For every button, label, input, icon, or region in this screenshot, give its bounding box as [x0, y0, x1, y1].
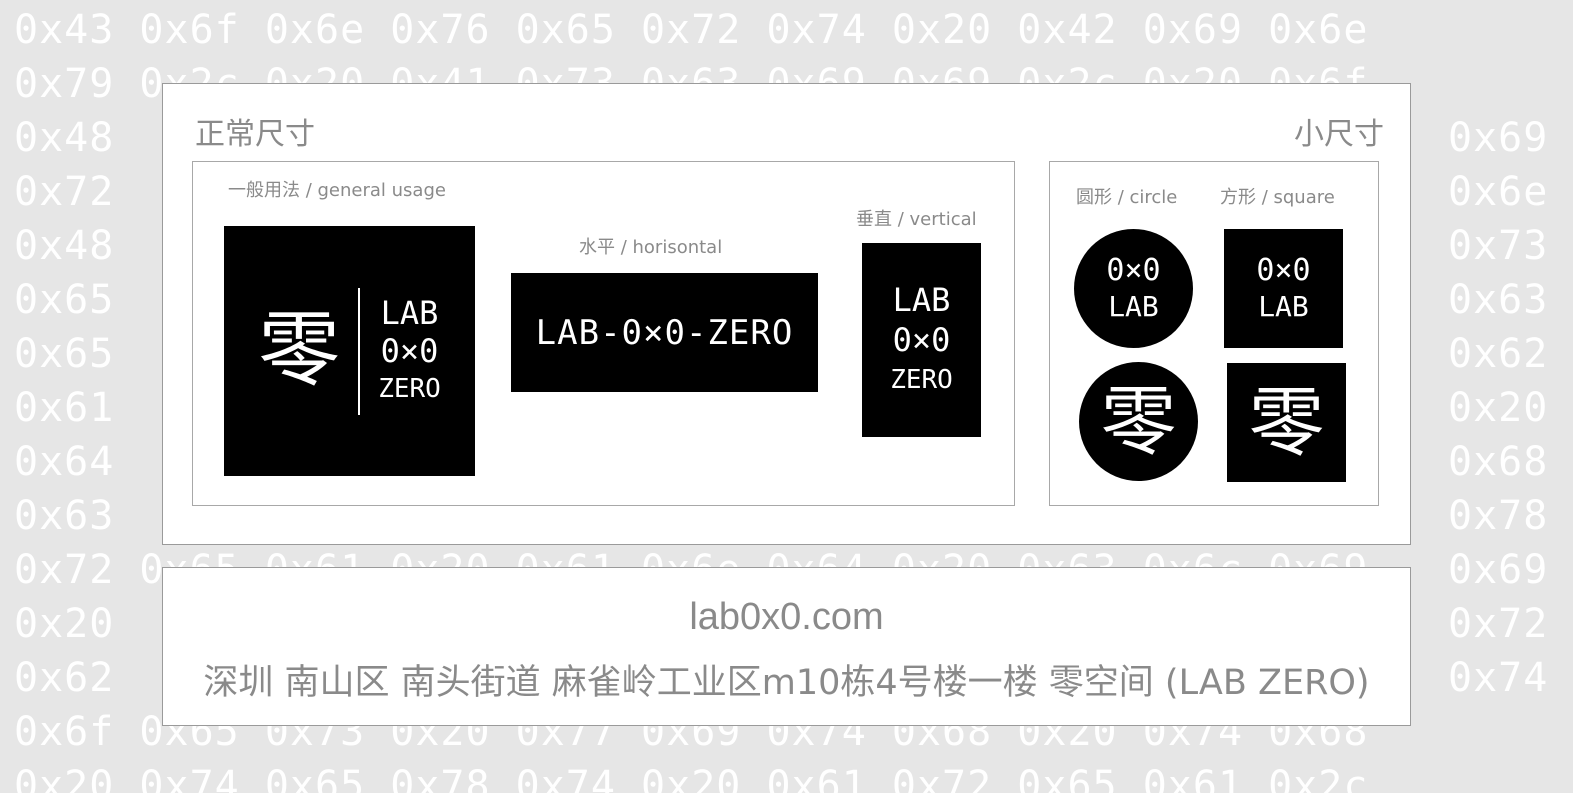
square-ling-glyph: 零 — [1248, 377, 1325, 467]
footer-panel: lab0x0.com 深圳 南山区 南头街道 麻雀岭工业区m10栋4号楼一楼 零… — [162, 567, 1411, 726]
circle-ling-glyph: 零 — [1100, 376, 1177, 466]
general-logo-line1: LAB — [380, 294, 439, 332]
square-text-logo: 0×0 LAB — [1224, 229, 1343, 348]
background-hex-cell: 0x74 — [1448, 655, 1549, 701]
address-text: 深圳 南山区 南头街道 麻雀岭工业区m10栋4号楼一楼 零空间 (LAB ZER… — [203, 663, 1370, 703]
horizontal-logo-text: LAB-0×0-ZERO — [535, 312, 794, 353]
normal-size-title: 正常尺寸 — [195, 117, 315, 152]
website-url: lab0x0.com — [689, 596, 884, 638]
background-hex-row: 0x64 — [14, 439, 115, 485]
background-hex-cell: 0x73 — [1448, 223, 1549, 269]
square-logo-line1: 0×0 — [1256, 252, 1311, 288]
circle-caption: 圆形 / circle — [1076, 187, 1178, 208]
background-hex-row: 0x61 — [14, 385, 115, 431]
background-hex-cell: 0x72 — [1448, 601, 1549, 647]
background-hex-cell: 0x69 — [1448, 547, 1549, 593]
background-hex-cell: 0x62 — [1448, 331, 1549, 377]
square-logo-line2: LAB — [1258, 289, 1309, 323]
background-hex-cell: 0x20 — [1448, 385, 1549, 431]
general-logo: 零 LAB 0×0 ZERO — [224, 226, 475, 476]
square-glyph-logo: 零 — [1227, 363, 1346, 482]
background-hex-row: 0x20 — [14, 601, 115, 647]
circle-glyph-logo: 零 — [1079, 362, 1198, 481]
circle-logo-line2: LAB — [1108, 289, 1159, 323]
vertical-caption: 垂直 / vertical — [856, 209, 977, 230]
logo-divider — [358, 287, 361, 415]
horizontal-caption: 水平 / horisontal — [579, 237, 723, 258]
circle-text-logo: 0×0 LAB — [1074, 229, 1193, 348]
background-hex-row: 0x72 — [14, 169, 115, 215]
background-hex-cell: 0x69 — [1448, 115, 1549, 161]
background-hex-row: 0x48 — [14, 115, 115, 161]
ling-glyph: 零 — [258, 303, 341, 398]
background-hex-row: 0x65 — [14, 331, 115, 377]
background-hex-cell: 0x6e — [1448, 169, 1549, 215]
background-hex-row: 0x63 — [14, 493, 115, 539]
square-caption: 方形 / square — [1220, 187, 1335, 208]
background-hex-row: 0x43 0x6f 0x6e 0x76 0x65 0x72 0x74 0x20 … — [14, 7, 1369, 53]
vertical-logo-line2: 0×0 — [892, 321, 951, 359]
background-hex-row: 0x65 — [14, 277, 115, 323]
normal-size-box: 一般用法 / general usage 零 LAB 0×0 ZERO 水平 /… — [192, 161, 1015, 506]
background-hex-cell: 0x68 — [1448, 439, 1549, 485]
background-hex-cell: 0x63 — [1448, 277, 1549, 323]
vertical-logo: LAB 0×0 ZERO — [862, 243, 981, 437]
general-usage-caption: 一般用法 / general usage — [228, 180, 446, 201]
background-hex-row: 0x20 0x74 0x65 0x78 0x74 0x20 0x61 0x72 … — [14, 763, 1369, 793]
background-hex-row: 0x48 — [14, 223, 115, 269]
circle-logo-line1: 0×0 — [1106, 252, 1161, 288]
general-logo-line3: ZERO — [378, 374, 441, 404]
vertical-logo-line1: LAB — [892, 281, 951, 319]
horizontal-logo: LAB-0×0-ZERO — [511, 273, 818, 392]
logo-panel: 正常尺寸 小尺寸 一般用法 / general usage 零 LAB 0×0 … — [162, 83, 1411, 545]
small-size-box: 圆形 / circle 方形 / square 0×0 LAB 0×0 LAB … — [1049, 161, 1379, 506]
background-hex-row: 0x62 — [14, 655, 115, 701]
vertical-logo-line3: ZERO — [890, 365, 953, 395]
small-size-title: 小尺寸 — [1294, 117, 1384, 152]
background-hex-cell: 0x78 — [1448, 493, 1549, 539]
general-logo-line2: 0×0 — [380, 332, 439, 370]
general-logo-text: LAB 0×0 ZERO — [378, 294, 441, 408]
